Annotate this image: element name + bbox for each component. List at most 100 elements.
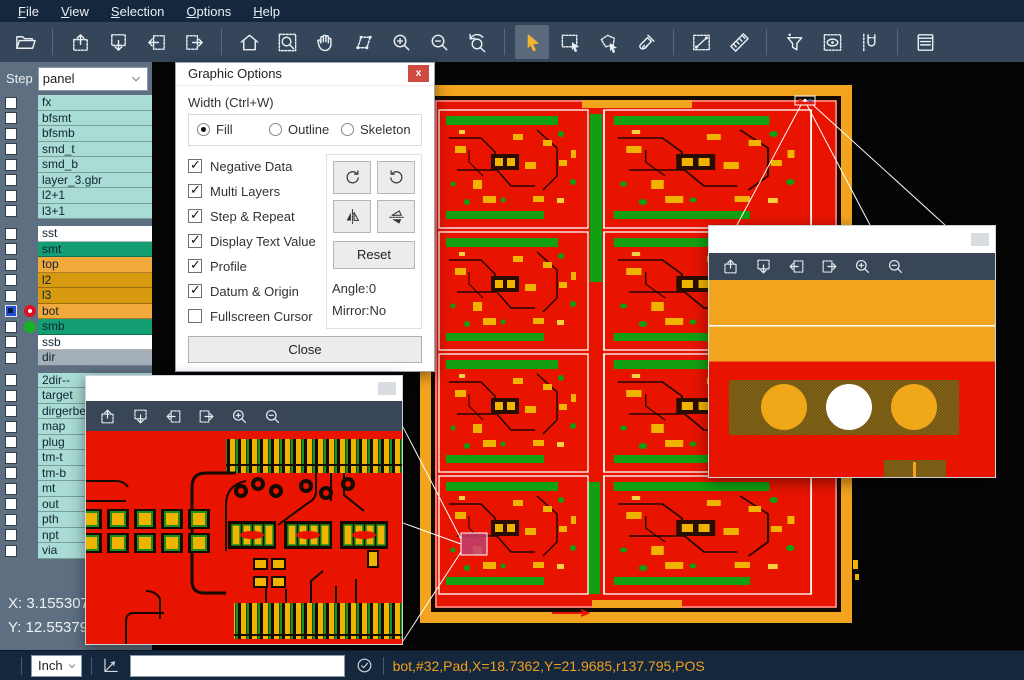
layer-visibility-checkbox[interactable] — [5, 274, 17, 286]
command-input[interactable] — [130, 655, 345, 677]
layer-visibility-checkbox[interactable] — [5, 97, 17, 109]
select-rectangle-button[interactable] — [553, 25, 587, 59]
mirror-vertical-button[interactable] — [377, 200, 415, 233]
zoom-out-button[interactable] — [259, 404, 285, 428]
layer-visibility-checkbox[interactable] — [5, 205, 17, 217]
layer-visibility-checkbox[interactable] — [5, 228, 17, 240]
menu-item[interactable]: File — [8, 2, 49, 21]
layer-visibility-checkbox[interactable] — [5, 452, 17, 464]
option-checkbox[interactable]: Step & Repeat — [188, 204, 326, 229]
option-checkbox[interactable]: Profile — [188, 254, 326, 279]
layer-visibility-checkbox[interactable] — [5, 112, 17, 124]
step-select[interactable]: panel — [38, 67, 148, 91]
magnifier-menu-button[interactable] — [378, 382, 396, 395]
layer-table-button[interactable] — [908, 25, 942, 59]
magnifier-view[interactable] — [86, 431, 402, 644]
pan-down-button[interactable] — [750, 255, 776, 279]
pan-left-button[interactable] — [160, 404, 186, 428]
pan-right-button[interactable] — [816, 255, 842, 279]
layer-visibility-checkbox[interactable] — [5, 545, 17, 557]
layer-row[interactable]: l3+1 — [0, 204, 152, 220]
layer-visibility-checkbox[interactable] — [5, 305, 17, 317]
reset-button[interactable]: Reset — [333, 241, 415, 269]
zoom-previous-button[interactable] — [460, 25, 494, 59]
layer-visibility-checkbox[interactable] — [5, 405, 17, 417]
layer-row[interactable]: smd_b — [0, 157, 152, 173]
select-polygon-button[interactable] — [591, 25, 625, 59]
pan-up-button[interactable] — [717, 255, 743, 279]
rotate-cw-button[interactable] — [333, 161, 371, 194]
menu-item[interactable]: View — [51, 2, 99, 21]
menu-item[interactable]: Options — [176, 2, 241, 21]
layer-visibility-checkbox[interactable] — [5, 374, 17, 386]
filter-button[interactable] — [777, 25, 811, 59]
pan-up-button[interactable] — [94, 404, 120, 428]
unit-select[interactable]: Inch — [31, 655, 82, 677]
zoom-out-button[interactable] — [422, 25, 456, 59]
snap-button[interactable] — [853, 25, 887, 59]
layer-visibility-checkbox[interactable] — [5, 128, 17, 140]
layer-visibility-checkbox[interactable] — [5, 483, 17, 495]
layer-visibility-checkbox[interactable] — [5, 190, 17, 202]
magnifier-view[interactable] — [709, 280, 995, 477]
view-area-button[interactable] — [346, 25, 380, 59]
layer-visibility-checkbox[interactable] — [5, 436, 17, 448]
layer-row[interactable]: l2 — [0, 273, 152, 289]
layer-visibility-checkbox[interactable] — [5, 498, 17, 510]
rotate-ccw-button[interactable] — [377, 161, 415, 194]
layer-row[interactable]: smd_t — [0, 142, 152, 158]
layer-visibility-checkbox[interactable] — [5, 143, 17, 155]
ruler-button[interactable] — [722, 25, 756, 59]
pan-down-button[interactable] — [127, 404, 153, 428]
zoom-in-button[interactable] — [384, 25, 418, 59]
angle-measure-icon[interactable] — [101, 656, 120, 675]
mirror-horizontal-button[interactable] — [333, 200, 371, 233]
layer-visibility-checkbox[interactable] — [5, 243, 17, 255]
zoom-window-button[interactable] — [270, 25, 304, 59]
layer-visibility-checkbox[interactable] — [5, 390, 17, 402]
layer-visibility-checkbox[interactable] — [5, 514, 17, 526]
layer-visibility-checkbox[interactable] — [5, 259, 17, 271]
pan-up-button[interactable] — [63, 25, 97, 59]
dialog-title-bar[interactable]: Graphic Options x — [176, 63, 434, 86]
layer-row[interactable]: l3 — [0, 288, 152, 304]
pan-hand-button[interactable] — [308, 25, 342, 59]
pan-left-button[interactable] — [139, 25, 173, 59]
close-button[interactable]: Close — [188, 336, 422, 363]
layer-visibility-checkbox[interactable] — [5, 290, 17, 302]
layer-row[interactable]: sst — [0, 226, 152, 242]
layer-row[interactable]: bot — [0, 304, 152, 320]
inspect-button[interactable] — [815, 25, 849, 59]
layer-row[interactable]: l2+1 — [0, 188, 152, 204]
magnifier-title-bar[interactable] — [709, 226, 995, 253]
option-checkbox[interactable]: Negative Data — [188, 154, 326, 179]
layer-row[interactable]: smb — [0, 319, 152, 335]
pan-right-button[interactable] — [193, 404, 219, 428]
pan-left-button[interactable] — [783, 255, 809, 279]
layer-row[interactable]: bfsmb — [0, 126, 152, 142]
layer-visibility-checkbox[interactable] — [5, 174, 17, 186]
measure-distance-button[interactable] — [684, 25, 718, 59]
magnifier-title-bar[interactable] — [86, 376, 402, 401]
layer-row[interactable]: layer_3.gbr — [0, 173, 152, 189]
layer-row[interactable]: dir — [0, 350, 152, 366]
width-radio[interactable]: Skeleton — [341, 122, 413, 137]
zoom-in-button[interactable] — [849, 255, 875, 279]
option-checkbox[interactable]: Display Text Value — [188, 229, 326, 254]
zoom-in-button[interactable] — [226, 404, 252, 428]
option-checkbox[interactable]: Multi Layers — [188, 179, 326, 204]
pan-down-button[interactable] — [101, 25, 135, 59]
layer-visibility-checkbox[interactable] — [5, 321, 17, 333]
layer-row[interactable]: bfsmt — [0, 111, 152, 127]
select-button[interactable] — [515, 25, 549, 59]
layer-row[interactable]: smt — [0, 242, 152, 258]
layer-visibility-checkbox[interactable] — [5, 529, 17, 541]
layer-visibility-checkbox[interactable] — [5, 352, 17, 364]
option-checkbox[interactable]: Datum & Origin — [188, 279, 326, 304]
menu-item[interactable]: Selection — [101, 2, 174, 21]
layer-visibility-checkbox[interactable] — [5, 159, 17, 171]
magnifier-menu-button[interactable] — [971, 233, 989, 246]
zoom-home-button[interactable] — [232, 25, 266, 59]
layer-row[interactable]: fx — [0, 95, 152, 111]
close-icon[interactable]: x — [408, 65, 429, 82]
